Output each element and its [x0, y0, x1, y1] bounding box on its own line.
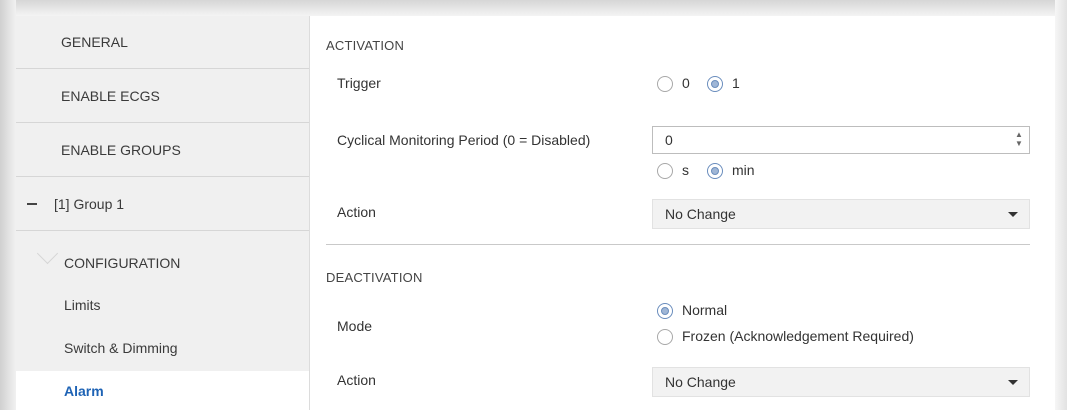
window-frame: GENERAL ENABLE ECGS ENABLE GROUPS [1] Gr…	[0, 0, 1067, 411]
dropdown-caret-icon	[1008, 380, 1018, 385]
sidebar-group-1[interactable]: [1] Group 1	[16, 178, 309, 231]
mode-option-frozen-label: Frozen (Acknowledgement Required)	[682, 328, 914, 344]
mode-option-normal-label: Normal	[682, 302, 728, 318]
trigger-option-1-label: 1	[732, 75, 740, 91]
monitoring-period-label: Cyclical Monitoring Period (0 = Disabled…	[337, 132, 591, 148]
frame-shadow-right	[1055, 0, 1067, 410]
sidebar-subitem-label: CONFIGURATION	[64, 255, 181, 271]
sidebar-item-label: ENABLE GROUPS	[61, 142, 181, 158]
sidebar-subitem-label: Alarm	[64, 383, 104, 399]
unit-option-s-label: s	[682, 162, 689, 178]
unit-option-min-label: min	[732, 162, 755, 178]
mode-radio-frozen[interactable]	[657, 329, 673, 345]
unit-radio-min[interactable]	[707, 163, 723, 179]
deactivation-action-select[interactable]: No Change	[652, 367, 1030, 397]
sidebar-subitem-label: Limits	[64, 297, 101, 313]
dropdown-caret-icon	[1008, 212, 1018, 217]
sidebar-item-enable-ecgs[interactable]: ENABLE ECGS	[16, 70, 309, 123]
activation-action-select[interactable]: No Change	[652, 199, 1030, 229]
deactivation-section-title: DEACTIVATION	[326, 270, 423, 285]
sidebar-subitem-label: Switch & Dimming	[64, 340, 178, 356]
sidebar-item-label: GENERAL	[61, 34, 128, 50]
sidebar-item-enable-groups[interactable]: ENABLE GROUPS	[16, 124, 309, 177]
deactivation-action-value: No Change	[665, 374, 736, 390]
collapse-minus-icon[interactable]	[27, 203, 37, 205]
sidebar-subitem-configuration[interactable]: CONFIGURATION	[16, 243, 309, 283]
sidebar-subitem-limits[interactable]: Limits	[16, 285, 309, 325]
monitoring-period-value: 0	[665, 132, 673, 148]
activation-action-label: Action	[337, 204, 376, 220]
activation-action-value: No Change	[665, 206, 736, 222]
sidebar-item-general[interactable]: GENERAL	[16, 16, 309, 69]
spinner-arrows-icon[interactable]: ▲ ▼	[1014, 130, 1024, 150]
monitoring-period-input[interactable]: 0 ▲ ▼	[652, 126, 1030, 154]
trigger-label: Trigger	[337, 75, 381, 91]
trigger-radio-0[interactable]	[657, 76, 673, 92]
section-divider	[326, 244, 1030, 245]
sidebar: GENERAL ENABLE ECGS ENABLE GROUPS [1] Gr…	[16, 16, 310, 411]
mode-label: Mode	[337, 318, 373, 334]
deactivation-action-label: Action	[337, 372, 376, 388]
unit-radio-s[interactable]	[657, 163, 673, 179]
frame-shadow-top	[0, 0, 1067, 16]
trigger-option-0-label: 0	[682, 75, 690, 91]
frame-shadow-left	[0, 0, 16, 410]
sidebar-subitem-switch-dimming[interactable]: Switch & Dimming	[16, 328, 309, 368]
mode-radio-normal[interactable]	[657, 303, 673, 319]
activation-section-title: ACTIVATION	[326, 38, 405, 53]
main-panel: ACTIVATION Trigger 0 1 Cyclical Monitori…	[310, 16, 1055, 410]
trigger-radio-1[interactable]	[707, 76, 723, 92]
sidebar-item-label: ENABLE ECGS	[61, 88, 160, 104]
sidebar-subitem-alarm[interactable]: Alarm	[16, 371, 309, 411]
